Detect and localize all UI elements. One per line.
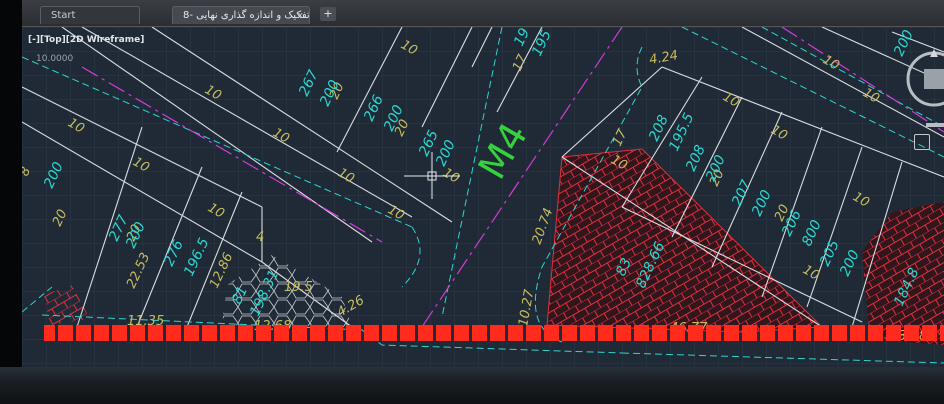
new-tab-button[interactable]: + [320,7,336,21]
monitor-bezel-left [0,0,22,404]
close-icon[interactable]: x [298,7,303,24]
tab-start[interactable]: Start [40,6,140,24]
view-controls[interactable]: [-][Top][2D Wireframe] [28,35,144,45]
scale-readout: 10.0000 [36,54,74,64]
tab-drawing-label: 8- تفکیک و اندازه گذاری نهایی* [183,10,310,21]
viewcube[interactable] [902,35,944,130]
dim-label: 4 [256,230,264,245]
cad-drawing[interactable]: 10 10 10 10 10 10 10 10 10 10 10 10 10 1… [22,27,944,367]
navigation-bar-icon[interactable] [914,134,930,150]
tab-drawing[interactable]: 8- تفکیک و اندازه گذاری نهایی*x [172,6,310,24]
highlighted-boundary [44,325,944,341]
tab-start-label: Start [51,10,76,21]
viewcube-face[interactable] [924,69,944,89]
viewcube-stem [926,123,944,127]
drawing-viewport[interactable]: 10 10 10 10 10 10 10 10 10 10 10 10 10 1… [22,27,944,367]
file-tab-bar: Start 8- تفکیک و اندازه گذاری نهایی*x + [22,0,944,27]
autocad-window: Start 8- تفکیک و اندازه گذاری نهایی*x + [0,0,944,404]
dim-label: 19.5 [284,280,313,295]
monitor-bezel-bottom [0,367,944,404]
